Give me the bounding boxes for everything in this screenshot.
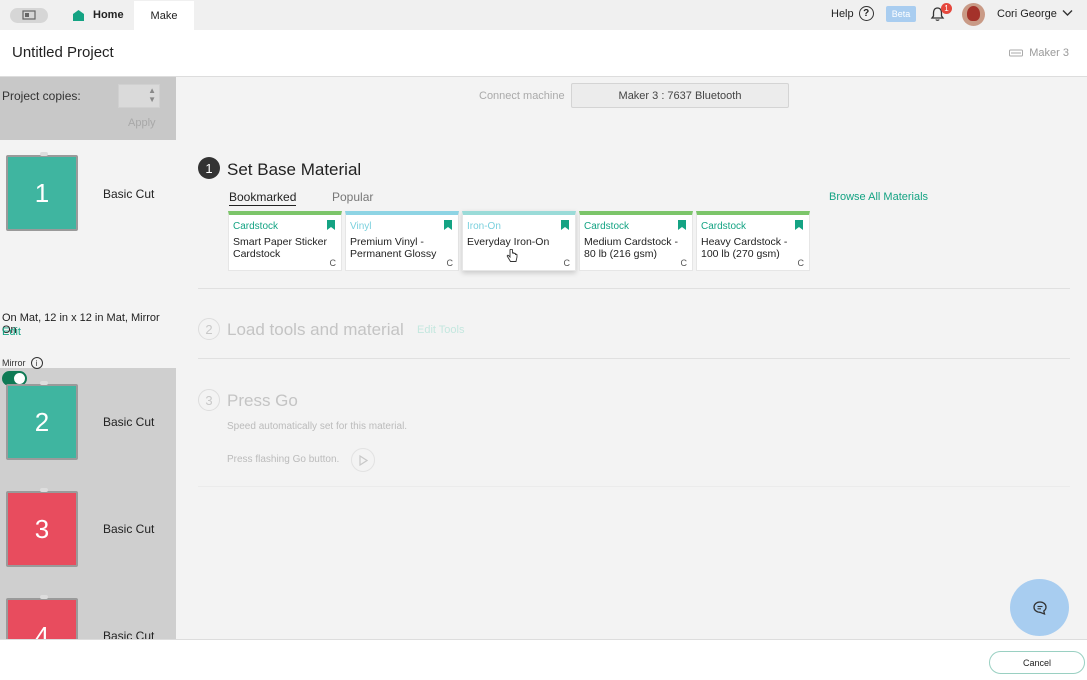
- material-category: Cardstock: [233, 221, 279, 232]
- info-icon[interactable]: i: [30, 357, 43, 369]
- machine-icon: [1009, 49, 1024, 57]
- material-card[interactable]: Vinyl Premium Vinyl - Permanent Glossy C: [345, 211, 459, 271]
- machine-indicator[interactable]: Maker 3: [1009, 47, 1069, 59]
- chat-button[interactable]: [1010, 579, 1069, 636]
- material-name: Heavy Cardstock - 100 lb (270 gsm): [701, 236, 788, 260]
- chat-icon: [1032, 600, 1047, 615]
- step-number: 1: [198, 157, 220, 179]
- play-icon: [359, 454, 368, 466]
- mat-number: 1: [34, 177, 50, 208]
- mat-label: Basic Cut: [103, 629, 155, 639]
- material-card[interactable]: Cardstock Smart Paper Sticker Cardstock …: [228, 211, 342, 271]
- material-category: Cardstock: [701, 221, 747, 232]
- speed-note: Speed automatically set for this materia…: [227, 421, 408, 432]
- mat-number: 3: [34, 513, 50, 544]
- project-header: Untitled Project Maker 3: [0, 30, 1087, 77]
- step-title: Press Go: [227, 391, 298, 410]
- bookmark-icon[interactable]: [327, 220, 335, 230]
- material-name: Premium Vinyl - Permanent Glossy: [350, 236, 437, 260]
- help-label: Help: [831, 7, 854, 20]
- machine-name: Maker 3: [1029, 47, 1069, 59]
- material-card[interactable]: Iron-On Everyday Iron-On C: [462, 211, 576, 271]
- machine-compat-badge: C: [329, 258, 337, 268]
- step-number: 2: [198, 318, 220, 340]
- step-title: Set Base Material: [227, 160, 362, 179]
- browse-all-materials-link[interactable]: Browse All Materials: [829, 191, 928, 203]
- footer-bar: Cancel: [0, 639, 1087, 680]
- make-main-panel: Connect machine Maker 3 : 7637 Bluetooth…: [176, 77, 1087, 639]
- step-divider: [198, 288, 1070, 289]
- step-divider: [198, 486, 1070, 487]
- page-title: Untitled Project: [12, 44, 114, 61]
- notification-badge: 1: [941, 3, 952, 14]
- edit-tools-link[interactable]: Edit Tools: [417, 324, 465, 336]
- chevron-down-icon[interactable]: [1062, 9, 1073, 17]
- hand-cursor-icon: [506, 249, 518, 262]
- machine-select[interactable]: Maker 3 : 7637 Bluetooth: [571, 83, 789, 108]
- mat-number: 2: [34, 406, 50, 437]
- user-name[interactable]: Cori George: [997, 8, 1057, 20]
- tab-make-label: Make: [150, 9, 178, 22]
- bookmark-icon[interactable]: [444, 220, 452, 230]
- stepper-arrows-icon[interactable]: ▲ ▼: [148, 86, 156, 104]
- machine-compat-badge: C: [563, 258, 571, 268]
- mirror-label-row: Mirror i: [2, 357, 43, 369]
- cancel-button[interactable]: Cancel: [989, 651, 1085, 674]
- beta-badge[interactable]: Beta: [886, 6, 916, 22]
- copies-stepper[interactable]: ▲ ▼: [118, 84, 160, 108]
- mat-sidebar: Project copies: ▲ ▼ Apply 1 Basic Cut On …: [0, 77, 176, 639]
- material-card[interactable]: Cardstock Medium Cardstock - 80 lb (216 …: [579, 211, 693, 271]
- apply-button[interactable]: Apply: [128, 117, 156, 129]
- mat-thumbnail[interactable]: 4: [6, 595, 78, 640]
- device-button[interactable]: [10, 8, 48, 23]
- avatar[interactable]: [962, 3, 985, 26]
- step-divider: [198, 358, 1070, 359]
- copies-label: Project copies:: [2, 89, 81, 103]
- mirror-label: Mirror: [2, 358, 26, 368]
- top-bar: Home Make Help ? Beta 1 Cori George: [0, 0, 1087, 30]
- tab-home[interactable]: Home: [62, 0, 136, 30]
- mat-number: 4: [34, 620, 50, 640]
- mat-label: Basic Cut: [103, 187, 155, 201]
- material-category: Vinyl: [350, 221, 372, 232]
- material-category: Cardstock: [584, 221, 630, 232]
- bookmark-icon[interactable]: [561, 220, 569, 230]
- help-icon: ?: [858, 6, 874, 21]
- go-button[interactable]: [351, 448, 375, 472]
- mat-item-active[interactable]: 1 Basic Cut On Mat, 12 in x 12 in Mat, M…: [0, 140, 176, 386]
- bookmark-icon[interactable]: [678, 220, 686, 230]
- mat-thumbnail[interactable]: 3: [6, 488, 78, 567]
- tab-home-label: Home: [93, 9, 124, 21]
- mat-thumbnail[interactable]: 2: [6, 381, 78, 460]
- project-copies-panel: Project copies: ▲ ▼ Apply: [0, 77, 176, 140]
- mat-label: Basic Cut: [103, 522, 155, 536]
- material-name: Medium Cardstock - 80 lb (216 gsm): [584, 236, 678, 260]
- mat-label: Basic Cut: [103, 415, 155, 429]
- connect-machine-label: Connect machine: [479, 90, 565, 102]
- step-title: Load tools and material: [227, 320, 404, 339]
- tab-bookmarked[interactable]: Bookmarked: [229, 190, 297, 206]
- material-category: Iron-On: [467, 221, 501, 232]
- mat-thumbnail[interactable]: 1: [6, 152, 78, 231]
- mat-info: On Mat, 12 in x 12 in Mat, Mirror On: [2, 312, 160, 336]
- help-link[interactable]: Help ?: [831, 6, 874, 21]
- home-icon: [73, 9, 84, 21]
- device-icon: [22, 10, 36, 20]
- machine-compat-badge: C: [680, 258, 688, 268]
- bookmark-icon[interactable]: [795, 220, 803, 230]
- machine-compat-badge: C: [446, 258, 454, 268]
- step-number: 3: [198, 389, 220, 411]
- mat-edit-link[interactable]: Edit: [2, 326, 21, 338]
- machine-compat-badge: C: [797, 258, 805, 268]
- tab-popular[interactable]: Popular: [332, 190, 373, 204]
- material-name: Everyday Iron-On: [467, 236, 550, 248]
- go-instruction: Press flashing Go button.: [227, 454, 340, 465]
- material-name: Smart Paper Sticker Cardstock: [233, 236, 327, 260]
- tab-make[interactable]: Make: [134, 1, 194, 30]
- material-card[interactable]: Cardstock Heavy Cardstock - 100 lb (270 …: [696, 211, 810, 271]
